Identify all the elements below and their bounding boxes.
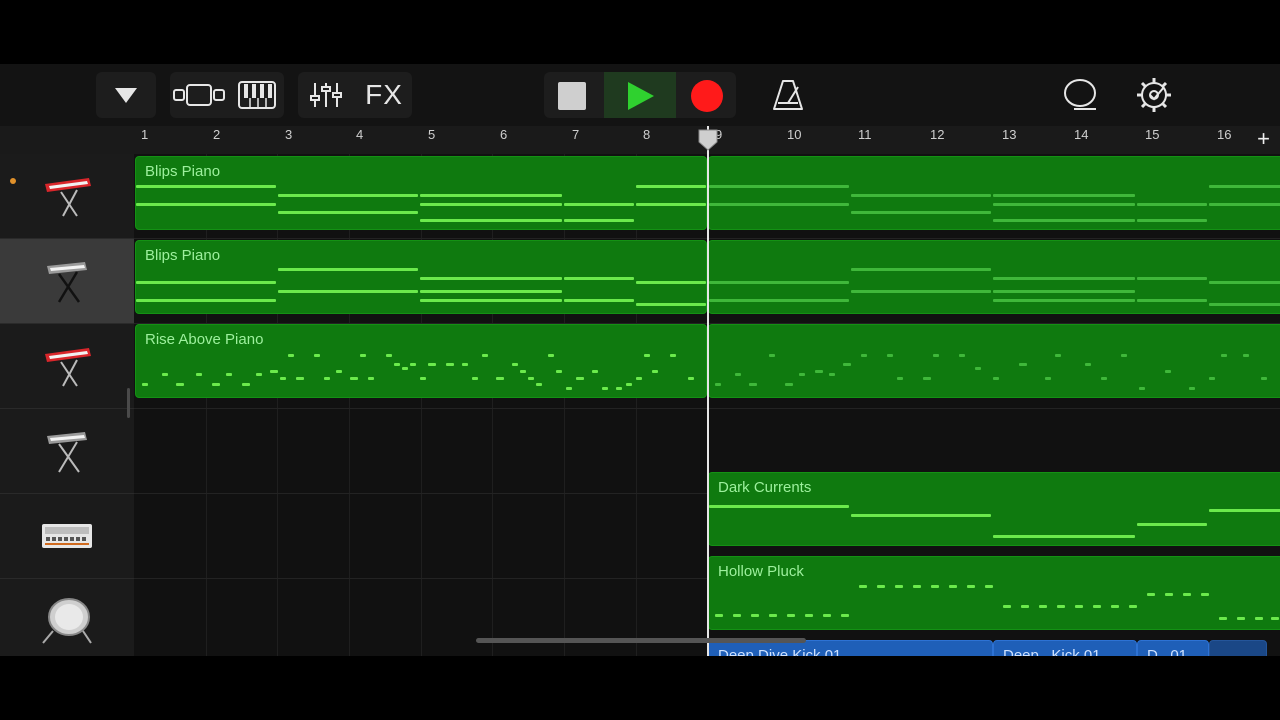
loop-browser-button[interactable] [1058, 72, 1102, 118]
track-header[interactable] [0, 494, 134, 579]
play-button[interactable] [604, 72, 676, 118]
stop-button[interactable] [544, 72, 600, 118]
keyboard-stand-icon [47, 262, 87, 303]
navigation-button[interactable] [96, 72, 156, 118]
region-label: Dark Currents [718, 479, 812, 496]
stop-icon [558, 82, 586, 110]
track-header[interactable] [0, 409, 134, 494]
tracks-view-icon [173, 84, 225, 106]
gear-icon [1137, 78, 1171, 112]
drum-icon [42, 598, 92, 644]
audio-region[interactable]: Deep...Kick 01 [993, 640, 1137, 656]
bar-number: 10 [787, 127, 802, 142]
playhead-handle[interactable] [697, 128, 719, 152]
bar-number: 11 [858, 127, 872, 142]
timeline-ruler[interactable]: 1 2 3 4 5 6 7 8 9 10 11 12 13 14 15 16 + [0, 126, 1280, 155]
track-header[interactable] [0, 579, 134, 656]
sliders-icon [310, 83, 342, 107]
bar-number: 15 [1145, 127, 1160, 142]
metronome-icon [773, 80, 803, 110]
transport-controls [544, 72, 736, 118]
bar-number: 2 [213, 127, 221, 142]
track-header[interactable] [0, 324, 134, 409]
fx-button[interactable]: FX [358, 72, 410, 118]
settings-button[interactable] [1132, 72, 1176, 118]
bar-number: 5 [428, 127, 436, 142]
track-header[interactable] [0, 154, 134, 239]
add-section-button[interactable]: + [1257, 126, 1270, 152]
region-label: Rise Above Piano [145, 331, 264, 348]
region-label: Deep Dive Kick 01 [718, 647, 842, 656]
track-headers [0, 154, 134, 656]
red-keyboard-icon [45, 348, 91, 387]
region-label: D...01 [1147, 647, 1188, 656]
track-header-selected[interactable] [0, 239, 134, 324]
bar-number: 7 [572, 127, 580, 142]
bar-number: 16 [1217, 127, 1232, 142]
midi-region[interactable]: Dark Currents [708, 472, 1280, 546]
bar-number: 14 [1074, 127, 1089, 142]
bar-number: 6 [500, 127, 508, 142]
horizontal-scrollbar[interactable] [476, 638, 806, 643]
keyboard-view-button[interactable] [232, 72, 284, 118]
bar-number: 3 [285, 127, 293, 142]
fx-label: FX [365, 79, 403, 110]
loop-icon [1064, 79, 1096, 110]
toolbar: FX [0, 64, 1280, 126]
region-label: Deep...Kick 01 [1003, 647, 1101, 656]
audio-region-partial[interactable] [1209, 640, 1267, 656]
midi-region[interactable]: Blips Piano [135, 156, 707, 230]
view-buttons [170, 72, 284, 118]
audio-region[interactable]: D...01 [1137, 640, 1209, 656]
bar-number: 1 [141, 127, 149, 142]
bar-number: 12 [930, 127, 945, 142]
chevron-down-icon [115, 88, 137, 103]
garageband-tracks-view: FX 1 2 3 4 5 6 7 8 9 10 11 12 13 14 15 1… [0, 64, 1280, 656]
mixer-fx-group: FX [298, 72, 412, 118]
midi-region[interactable]: Blips Piano [135, 240, 707, 314]
region-label: Blips Piano [145, 163, 221, 180]
bar-number: 8 [643, 127, 651, 142]
track-activity-dot [10, 178, 16, 184]
metronome-button[interactable] [766, 72, 810, 118]
midi-region-loop[interactable] [708, 324, 1280, 398]
mixer-button[interactable] [298, 72, 354, 118]
midi-region-loop[interactable] [708, 240, 1280, 314]
piano-keys-icon [238, 81, 276, 109]
midi-region[interactable]: Hollow Pluck [708, 556, 1280, 630]
red-keyboard-icon [45, 178, 91, 217]
midi-region[interactable]: Rise Above Piano [135, 324, 707, 398]
bar-number: 13 [1002, 127, 1017, 142]
vertical-scroll-indicator [127, 388, 130, 418]
record-icon [691, 80, 723, 112]
region-label: Blips Piano [145, 247, 221, 264]
play-icon [628, 82, 654, 110]
region-label: Hollow Pluck [718, 563, 804, 580]
playhead[interactable] [707, 126, 709, 656]
keyboard-stand-icon [47, 432, 87, 473]
bar-number: 4 [356, 127, 364, 142]
tracks-view-button[interactable] [170, 72, 226, 118]
drum-machine-icon [42, 524, 92, 548]
midi-region-loop[interactable] [708, 156, 1280, 230]
record-button[interactable] [680, 72, 736, 118]
